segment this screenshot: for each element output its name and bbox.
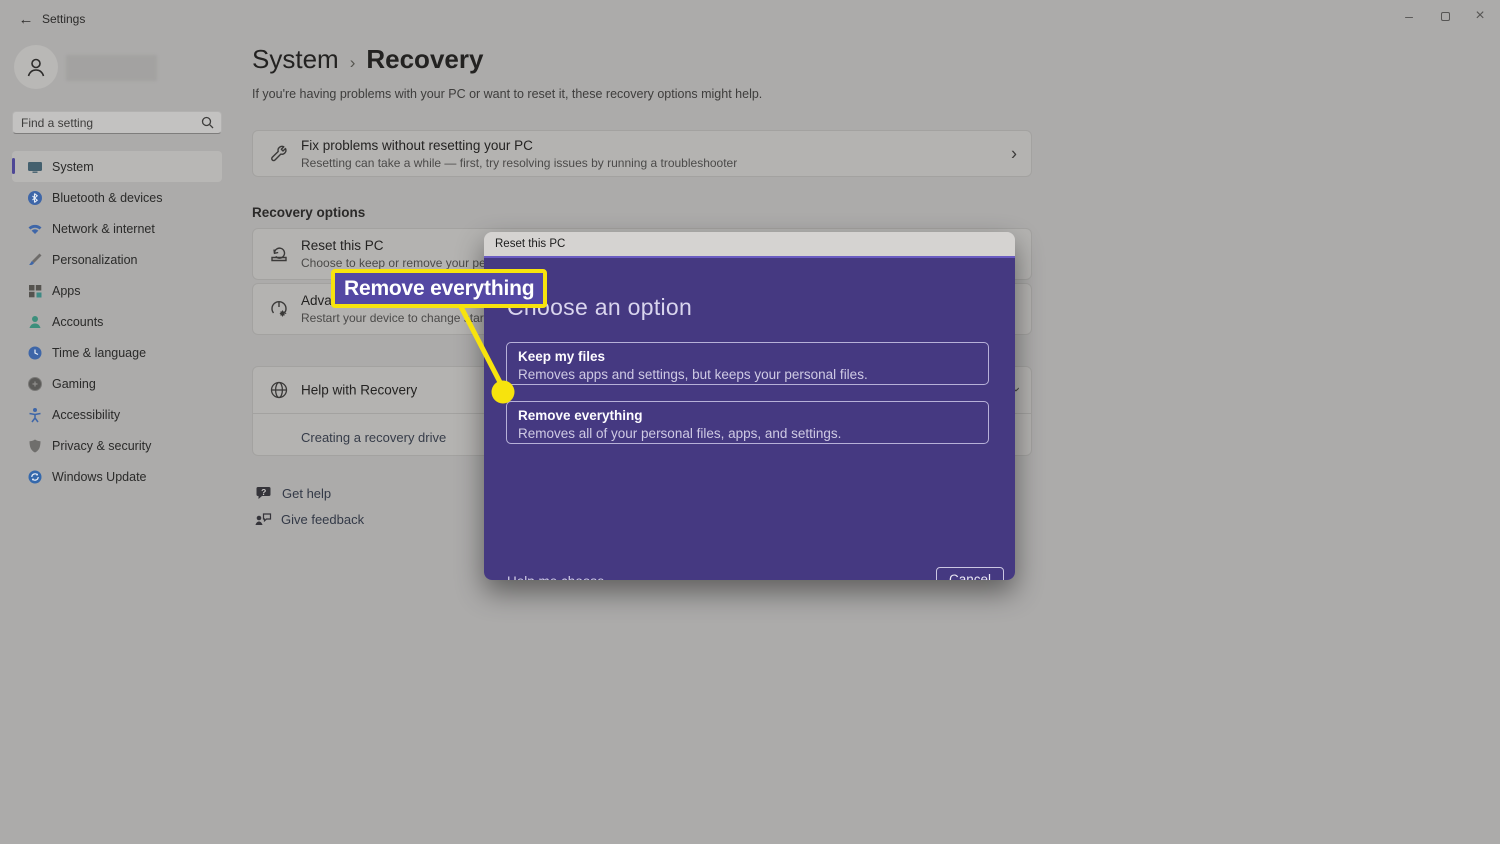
breadcrumb: System › Recovery bbox=[252, 44, 483, 75]
sidebar-item-accounts[interactable]: Accounts bbox=[12, 306, 222, 337]
shield-icon bbox=[29, 439, 41, 452]
bluetooth-icon bbox=[28, 190, 42, 205]
update-icon bbox=[28, 470, 42, 483]
dialog-body: Choose an option Keep my files Removes a… bbox=[484, 256, 1015, 580]
gaming-icon bbox=[28, 376, 42, 391]
user-name-redacted bbox=[66, 55, 157, 81]
option-keep-my-files[interactable]: Keep my files Removes apps and settings,… bbox=[506, 342, 989, 385]
sidebar-item-system[interactable]: System bbox=[12, 151, 222, 182]
sidebar-nav: System Bluetooth & devices Network & int… bbox=[12, 151, 222, 492]
breadcrumb-system[interactable]: System bbox=[252, 44, 339, 75]
close-button[interactable]: × bbox=[1466, 5, 1494, 27]
sidebar-item-privacy[interactable]: Privacy & security bbox=[12, 430, 222, 461]
avatar bbox=[14, 45, 58, 89]
reset-pc-dialog: Reset this PC Choose an option Keep my f… bbox=[484, 232, 1015, 580]
clock-icon bbox=[28, 346, 42, 359]
advanced-startup-icon bbox=[271, 301, 287, 317]
give-feedback-icon bbox=[255, 513, 272, 525]
sidebar-item-windows-update[interactable]: Windows Update bbox=[12, 461, 222, 492]
fix-problems-card[interactable]: Fix problems without resetting your PC R… bbox=[252, 130, 1032, 177]
sidebar-item-label: Accounts bbox=[52, 314, 104, 329]
option-title: Remove everything bbox=[518, 408, 643, 423]
apps-icon bbox=[29, 284, 42, 297]
sidebar-item-network[interactable]: Network & internet bbox=[12, 213, 222, 244]
minimize-button[interactable]: – bbox=[1395, 5, 1423, 27]
sidebar-item-personalization[interactable]: Personalization bbox=[12, 244, 222, 275]
option-desc: Removes all of your personal files, apps… bbox=[518, 426, 842, 441]
breadcrumb-separator: › bbox=[349, 53, 356, 72]
option-remove-everything[interactable]: Remove everything Removes all of your pe… bbox=[506, 401, 989, 444]
search-input[interactable] bbox=[21, 112, 191, 133]
sidebar-item-label: Accessibility bbox=[52, 407, 121, 422]
chevron-right-icon: › bbox=[1011, 143, 1017, 163]
sidebar-item-label: Apps bbox=[52, 283, 81, 298]
page-subtitle: If you're having problems with your PC o… bbox=[252, 87, 763, 101]
back-button[interactable]: ← bbox=[14, 8, 38, 30]
give-feedback-label: Give feedback bbox=[281, 511, 365, 527]
get-help-label: Get help bbox=[282, 485, 332, 501]
globe-help-icon bbox=[270, 381, 288, 399]
dialog-titlebar: Reset this PC bbox=[484, 232, 1015, 256]
accounts-icon bbox=[29, 315, 41, 328]
search-box[interactable] bbox=[12, 111, 222, 134]
sidebar-item-time-language[interactable]: Time & language bbox=[12, 337, 222, 368]
sidebar-item-accessibility[interactable]: Accessibility bbox=[12, 399, 222, 430]
user-profile[interactable] bbox=[14, 45, 224, 91]
help-with-recovery-title: Help with Recovery bbox=[301, 382, 418, 398]
sidebar-item-label: Time & language bbox=[52, 345, 147, 360]
option-title: Keep my files bbox=[518, 349, 606, 364]
system-icon bbox=[28, 161, 42, 173]
restore-icon bbox=[1440, 11, 1450, 21]
maximize-button[interactable] bbox=[1431, 5, 1459, 27]
give-feedback-link[interactable]: Give feedback bbox=[254, 510, 364, 528]
wifi-icon bbox=[28, 224, 42, 234]
accessibility-icon bbox=[29, 407, 41, 422]
page-title: Recovery bbox=[366, 44, 484, 74]
person-icon bbox=[27, 58, 45, 77]
get-help-link[interactable]: ? Get help bbox=[255, 484, 331, 502]
help-me-choose-link[interactable]: Help me choose bbox=[507, 574, 605, 580]
sidebar-item-label: Gaming bbox=[52, 376, 96, 391]
svg-text:?: ? bbox=[261, 487, 266, 497]
wrench-icon bbox=[271, 145, 287, 161]
sidebar-item-bluetooth[interactable]: Bluetooth & devices bbox=[12, 182, 222, 213]
sidebar-item-label: Network & internet bbox=[52, 221, 155, 236]
paintbrush-icon bbox=[29, 253, 42, 265]
reset-pc-icon bbox=[271, 247, 287, 262]
sidebar-item-apps[interactable]: Apps bbox=[12, 275, 222, 306]
annotation-callout-label: Remove everything bbox=[344, 276, 535, 300]
sidebar-item-label: Personalization bbox=[52, 252, 138, 267]
fix-problems-title: Fix problems without resetting your PC bbox=[301, 137, 533, 153]
annotation-callout: Remove everything bbox=[331, 269, 548, 308]
app-title: Settings bbox=[42, 12, 86, 26]
sidebar-item-label: System bbox=[52, 159, 94, 174]
search-icon bbox=[201, 116, 214, 129]
fix-problems-desc: Resetting can take a while — first, try … bbox=[301, 155, 738, 170]
sidebar-item-gaming[interactable]: Gaming bbox=[12, 368, 222, 399]
sidebar-item-label: Privacy & security bbox=[52, 438, 152, 453]
get-help-icon: ? bbox=[256, 487, 271, 499]
sidebar-item-label: Bluetooth & devices bbox=[52, 190, 163, 205]
dialog-title: Reset this PC bbox=[495, 238, 566, 250]
creating-recovery-drive-link[interactable]: Creating a recovery drive bbox=[301, 430, 446, 445]
cancel-button[interactable]: Cancel bbox=[936, 567, 1004, 580]
section-label-recovery-options: Recovery options bbox=[252, 205, 366, 220]
sidebar-item-label: Windows Update bbox=[52, 469, 147, 484]
option-desc: Removes apps and settings, but keeps you… bbox=[518, 367, 868, 382]
